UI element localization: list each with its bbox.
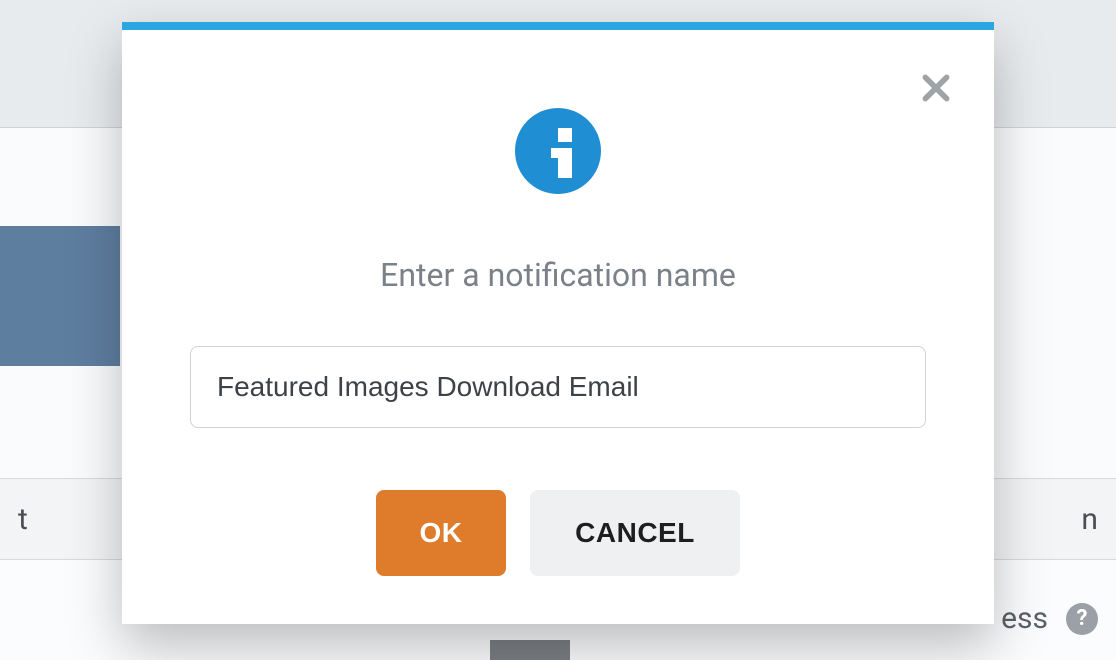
info-icon <box>515 108 601 194</box>
cancel-button[interactable]: CANCEL <box>530 490 740 576</box>
notification-name-dialog: Enter a notification name OK CANCEL <box>122 22 994 624</box>
ok-button[interactable]: OK <box>376 490 506 576</box>
dialog-button-row: OK CANCEL <box>376 490 740 576</box>
dialog-prompt: Enter a notification name <box>380 256 736 294</box>
close-button[interactable] <box>914 66 958 110</box>
modal-overlay: Enter a notification name OK CANCEL <box>0 0 1116 660</box>
modal-accent-bar <box>122 22 994 30</box>
close-icon <box>920 72 952 104</box>
notification-name-input[interactable] <box>190 346 926 428</box>
